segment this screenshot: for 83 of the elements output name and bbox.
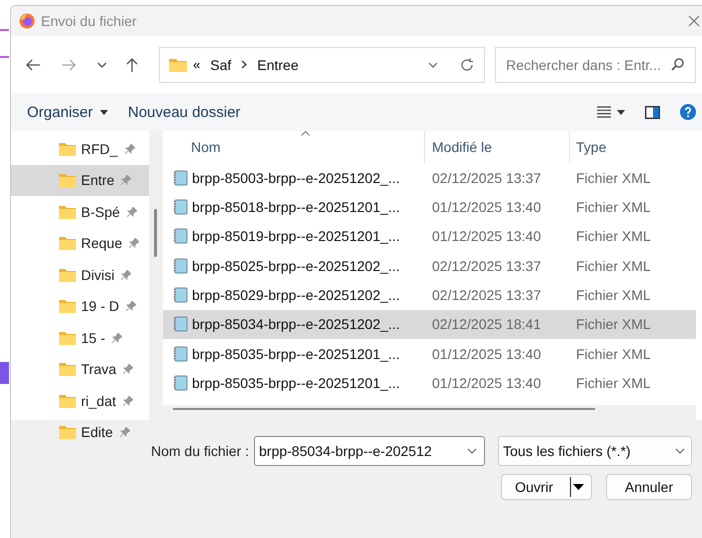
sidebar-item[interactable]: Divisi [11,259,149,290]
organize-button[interactable]: Organiser [17,100,118,124]
filename-label: Nom du fichier : [150,443,249,459]
address-bar[interactable]: « Saf Entree [159,46,485,82]
sidebar-item[interactable]: Entre [11,164,149,196]
search-icon [671,58,684,70]
file-icon [173,198,188,215]
filename-field[interactable]: brpp-85034-brpp--e-202512 [254,436,485,466]
folder-icon [59,173,76,188]
chevron-down-icon [467,448,477,454]
overflow-chevrons[interactable]: « [193,57,200,72]
chevron-down-icon [675,448,685,454]
window-title: Envoi du fichier [41,13,137,29]
folder-icon [59,268,76,282]
folder-icon [59,236,76,250]
file-row[interactable]: brpp-85034-brpp--e-20251202_... 02/12/2025 18:41 Fichier XML [163,310,696,339]
sidebar-item[interactable]: 19 - D [11,290,149,322]
folder-icon [59,299,76,314]
pin-icon[interactable] [124,144,135,154]
highlight-block [0,362,9,384]
help-icon[interactable] [680,104,696,120]
file-row[interactable]: brpp-85019-brpp--e-20251201_... 01/12/2025 13:40 Fichier XML [163,222,696,251]
folder-icon [59,204,76,219]
up-arrow-icon[interactable] [125,56,139,72]
folder-icon [59,394,76,408]
pin-icon[interactable] [121,270,132,280]
file-icon [173,316,188,332]
file-row[interactable]: brpp-85035-brpp--e-20251201_... 01/12/2025 13:40 Fichier XML [163,338,696,368]
column-header[interactable]: Type [570,131,696,163]
cancel-button[interactable]: Annuler [606,474,692,500]
pin-icon[interactable] [123,364,134,374]
folder-icon [59,425,76,440]
sidebar-item[interactable]: ri_dat [11,385,149,416]
file-row[interactable]: brpp-85018-brpp--e-20251201_... 01/12/2025 13:40 Fichier XML [163,192,696,222]
caret-icon[interactable] [573,484,584,490]
pin-icon[interactable] [129,238,140,248]
breadcrumb[interactable]: Saf [210,56,232,72]
file-icon [173,170,188,186]
file-row[interactable]: brpp-85029-brpp--e-20251202_... 02/12/2025 13:37 Fichier XML [163,280,696,310]
scrollbar-thumb[interactable] [173,408,595,410]
scrollbar-thumb[interactable] [154,209,157,257]
sidebar-item[interactable]: 15 - [11,322,149,354]
sort-caret-icon [301,131,310,136]
chevron-down-icon[interactable] [428,62,438,68]
chevron-right-icon [241,60,248,69]
file-icon [173,346,188,362]
new-folder-button[interactable]: Nouveau dossier [118,100,250,124]
folder-icon [59,330,76,345]
sidebar-item[interactable]: Reque [11,228,149,259]
pin-icon[interactable] [126,206,137,217]
pin-icon[interactable] [120,427,130,438]
sidebar-item[interactable]: RFD_ [11,133,149,164]
file-icon [173,374,188,391]
close-icon[interactable] [688,15,700,27]
sidebar-item[interactable]: B-Spé [11,196,149,228]
forward-arrow-icon[interactable] [61,58,77,72]
breadcrumb[interactable]: Entree [257,56,298,72]
pin-icon[interactable] [112,332,122,343]
caret-icon [100,110,108,114]
folder-icon [59,362,76,376]
file-type-dropdown[interactable]: Tous les fichiers (*.*) [498,436,692,466]
preview-pane-icon[interactable] [645,106,660,118]
file-row[interactable]: brpp-85035-brpp--e-20251201_... 01/12/2025 13:40 Fichier XML [163,368,696,398]
pin-icon[interactable] [123,396,134,406]
column-header[interactable]: Modifié le [425,131,570,163]
chevron-down-icon[interactable] [97,62,107,68]
browser-logo-icon [19,13,35,29]
caret-icon[interactable] [617,110,625,114]
file-row[interactable]: brpp-85025-brpp--e-20251202_... 02/12/2025 13:37 Fichier XML [163,250,696,280]
pin-icon[interactable] [121,175,132,186]
folder-icon [59,142,76,156]
file-icon [173,228,188,244]
column-header[interactable]: Nom [163,131,425,163]
file-icon [173,258,188,274]
sidebar-item[interactable]: Trava [11,354,149,385]
search-field[interactable]: Rechercher dans : Entr... [495,46,696,82]
file-icon [173,286,188,303]
back-arrow-icon[interactable] [25,58,41,72]
pin-icon[interactable] [126,301,136,312]
folder-icon [169,57,187,72]
refresh-icon[interactable] [460,58,474,72]
file-row[interactable]: brpp-85003-brpp--e-20251202_... 02/12/2025 13:37 Fichier XML [163,163,696,192]
view-list-icon[interactable] [597,106,611,118]
